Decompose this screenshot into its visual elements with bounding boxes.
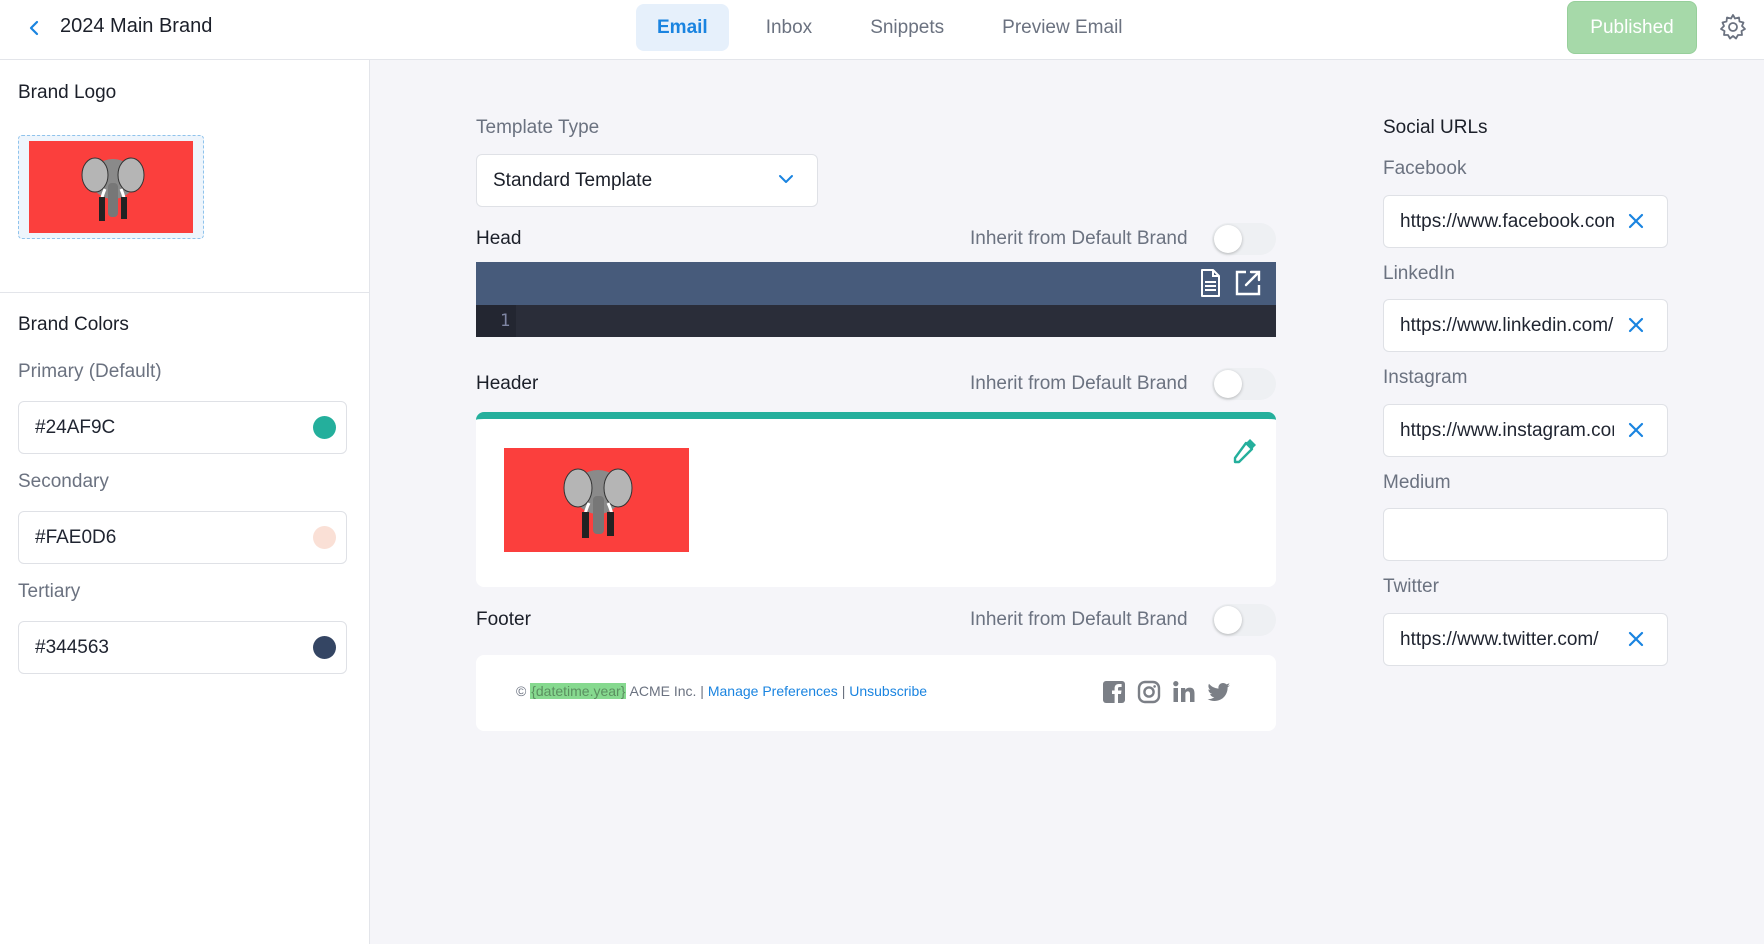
tab-email[interactable]: Email	[636, 4, 729, 51]
manage-preferences-link[interactable]: Manage Preferences	[708, 683, 838, 699]
year-variable: {datetime.year}	[530, 683, 627, 699]
tab-inbox[interactable]: Inbox	[745, 4, 833, 51]
footer-separator: |	[841, 683, 846, 699]
instagram-url-field	[1383, 404, 1668, 457]
instagram-icon[interactable]	[1136, 679, 1162, 705]
chevron-down-icon	[779, 175, 793, 183]
close-icon[interactable]	[1626, 420, 1646, 440]
linkedin-icon[interactable]	[1171, 679, 1197, 705]
line-number: 1	[500, 311, 511, 331]
header-inherit-label: Inherit from Default Brand	[970, 373, 1188, 394]
sidebar-divider	[0, 292, 370, 293]
brand-colors-heading: Brand Colors	[18, 314, 129, 335]
linkedin-label: LinkedIn	[1383, 263, 1455, 284]
top-bar: 2024 Main Brand Email Inbox Snippets Pre…	[0, 0, 1764, 60]
template-type-select[interactable]: Standard Template	[476, 154, 818, 207]
tab-snippets[interactable]: Snippets	[849, 4, 965, 51]
code-area[interactable]: 1	[476, 305, 1276, 337]
head-label: Head	[476, 228, 522, 249]
published-button[interactable]: Published	[1567, 1, 1697, 54]
facebook-label: Facebook	[1383, 158, 1467, 179]
tertiary-color-swatch[interactable]	[313, 636, 336, 659]
head-inherit-toggle[interactable]	[1212, 223, 1276, 255]
head-inherit-label: Inherit from Default Brand	[970, 228, 1188, 249]
footer-inherit-label: Inherit from Default Brand	[970, 609, 1188, 630]
footer-inherit-toggle[interactable]	[1212, 604, 1276, 636]
code-toolbar	[476, 262, 1276, 305]
secondary-color-value: #FAE0D6	[35, 526, 117, 548]
social-urls-heading: Social URLs	[1383, 117, 1488, 138]
secondary-color-field[interactable]: #FAE0D6	[18, 511, 347, 564]
linkedin-url-input[interactable]	[1384, 300, 1614, 351]
footer-label: Footer	[476, 609, 531, 630]
footer-preview[interactable]: © {datetime.year} ACME Inc. | Manage Pre…	[476, 655, 1276, 731]
close-icon[interactable]	[1626, 629, 1646, 649]
brand-logo-upload[interactable]	[18, 135, 204, 239]
close-icon[interactable]	[1626, 211, 1646, 231]
unsubscribe-link[interactable]: Unsubscribe	[849, 683, 927, 699]
twitter-icon[interactable]	[1206, 679, 1232, 705]
code-gutter: 1	[476, 305, 516, 337]
brand-logo-image	[29, 141, 193, 233]
primary-color-field[interactable]: #24AF9C	[18, 401, 347, 454]
primary-color-label: Primary (Default)	[18, 361, 162, 382]
template-type-label: Template Type	[476, 117, 600, 138]
header-label: Header	[476, 373, 539, 394]
head-code-editor[interactable]: 1	[476, 262, 1276, 337]
toggle-knob	[1214, 225, 1242, 253]
elephant-icon	[563, 468, 633, 538]
tertiary-color-field[interactable]: #344563	[18, 621, 347, 674]
twitter-url-input[interactable]	[1384, 614, 1614, 665]
primary-color-value: #24AF9C	[35, 416, 116, 438]
linkedin-url-field	[1383, 299, 1668, 352]
twitter-label: Twitter	[1383, 576, 1439, 597]
medium-url-field	[1383, 508, 1668, 561]
company-name: ACME Inc. |	[629, 683, 704, 699]
brand-logo-heading: Brand Logo	[18, 82, 117, 103]
document-icon[interactable]	[1194, 267, 1226, 299]
facebook-url-field	[1383, 195, 1668, 248]
toggle-knob	[1214, 606, 1242, 634]
twitter-url-field	[1383, 613, 1668, 666]
secondary-color-label: Secondary	[18, 471, 109, 492]
tertiary-color-label: Tertiary	[18, 581, 81, 602]
medium-label: Medium	[1383, 472, 1451, 493]
chevron-left-icon[interactable]	[24, 16, 46, 40]
external-link-icon[interactable]	[1232, 267, 1264, 299]
header-inherit-toggle[interactable]	[1212, 368, 1276, 400]
close-icon[interactable]	[1626, 315, 1646, 335]
secondary-color-swatch[interactable]	[313, 526, 336, 549]
template-type-value: Standard Template	[493, 169, 653, 191]
page-title: 2024 Main Brand	[60, 15, 213, 37]
medium-url-input[interactable]	[1384, 509, 1614, 560]
tertiary-color-value: #344563	[35, 636, 109, 658]
tab-bar: Email Inbox Snippets Preview Email	[636, 4, 1160, 51]
instagram-label: Instagram	[1383, 367, 1468, 388]
header-logo-image	[504, 448, 689, 552]
elephant-icon	[81, 157, 145, 221]
gear-icon[interactable]	[1718, 12, 1748, 42]
copyright-symbol: ©	[516, 683, 527, 699]
eyedropper-icon[interactable]	[1230, 435, 1260, 465]
toggle-knob	[1214, 370, 1242, 398]
facebook-url-input[interactable]	[1384, 196, 1614, 247]
brand-sidebar: Brand Logo Brand Colors Primary (Default…	[0, 60, 370, 944]
footer-social-icons	[1101, 679, 1241, 705]
instagram-url-input[interactable]	[1384, 405, 1614, 456]
header-preview[interactable]	[476, 412, 1276, 587]
tab-preview-email[interactable]: Preview Email	[981, 4, 1143, 51]
primary-color-swatch[interactable]	[313, 416, 336, 439]
facebook-icon[interactable]	[1101, 679, 1127, 705]
footer-text: © {datetime.year} ACME Inc. | Manage Pre…	[516, 683, 927, 699]
